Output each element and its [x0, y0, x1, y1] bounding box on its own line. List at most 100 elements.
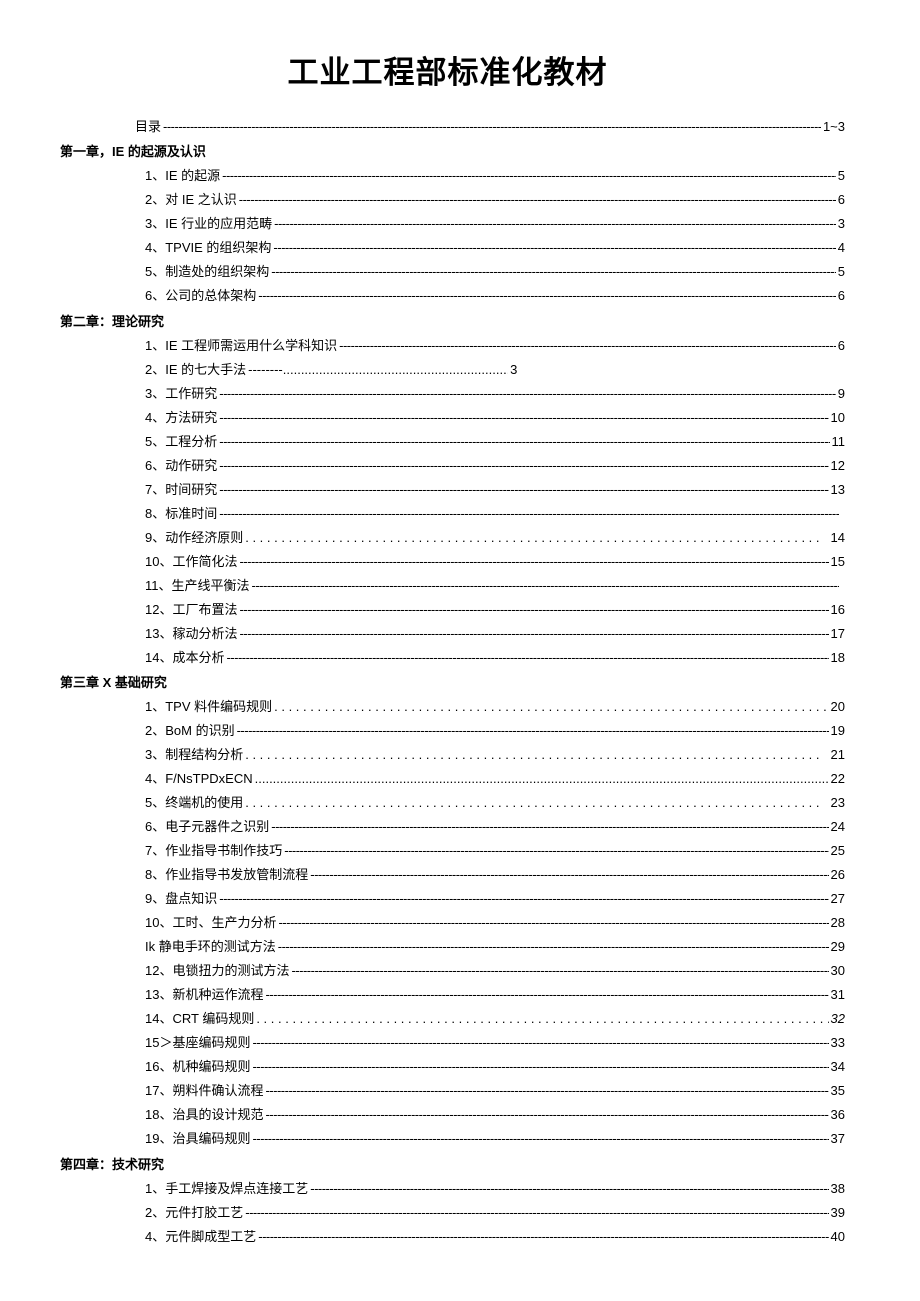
toc-entry: 2、元件打胶工艺 39 — [145, 1203, 845, 1223]
toc-entry: 9、动作经济原则 14 — [145, 528, 845, 548]
toc-entry-label: 5、工程分析 — [145, 432, 217, 452]
toc-entry-page: 24 — [831, 817, 845, 837]
toc-entry: 2、IE 的七大手法3 — [145, 360, 845, 380]
toc-entry-page: 5 — [838, 166, 845, 186]
toc-entry: 8、标准时间. — [145, 504, 845, 524]
chapter-heading: 第二章：理论研究 — [60, 312, 845, 332]
leader-line — [245, 528, 828, 548]
leader-line — [219, 432, 829, 452]
toc-entry: 5、终端机的使用23 — [145, 793, 845, 813]
toc-entry: 10、工作简化法15 — [145, 552, 845, 572]
leader-line — [339, 336, 836, 356]
toc-entry: 9、盘点知识27 — [145, 889, 845, 909]
toc-entry-label: 5、终端机的使用 — [145, 793, 243, 813]
toc-entry-page: 20 — [831, 697, 845, 717]
toc-entry: 5、制造处的组织架构5 — [145, 262, 845, 282]
leader-line — [273, 238, 835, 258]
leader-line — [226, 648, 828, 668]
leader-line — [219, 384, 836, 404]
leader-line — [219, 889, 828, 909]
toc-entry-page: 32 — [831, 1009, 845, 1029]
toc-entry-label: 5、制造处的组织架构 — [145, 262, 269, 282]
toc-entry-page: 28 — [831, 913, 845, 933]
toc-entry: 3、工作研究 9 — [145, 384, 845, 404]
toc-entry-label: 1、TPV 料件编码规则 — [145, 697, 272, 717]
toc-entry: 19、治具编码规则37 — [145, 1129, 845, 1149]
leader-line — [265, 1105, 828, 1125]
toc-entry-page: 17 — [831, 624, 845, 644]
chapter-heading: 第四章：技术研究 — [60, 1155, 845, 1175]
toc-entry-page: 31 — [831, 985, 845, 1005]
toc-entry-label: 3、IE 行业的应用范畴 — [145, 214, 272, 234]
leader-line — [237, 721, 829, 741]
toc-entry-page: 36 — [831, 1105, 845, 1125]
leader-line — [252, 1129, 828, 1149]
toc-entry-label: 13、新机种运作流程 — [145, 985, 263, 1005]
leader-line — [252, 1057, 828, 1077]
toc-entry-label: 6、电子元器件之识别 — [145, 817, 269, 837]
toc-label: 目录 — [135, 117, 161, 137]
toc-entry: 1、IE 的起源5 — [145, 166, 845, 186]
toc-entry: 6、电子元器件之识别 24 — [145, 817, 845, 837]
toc-entry-label: 11、生产线平衡法 — [145, 576, 250, 596]
toc-entry-label: 2、元件打胶工艺 — [145, 1203, 243, 1223]
toc-entry-page: 39 — [831, 1203, 845, 1223]
toc-entry-page: 3 — [838, 214, 845, 234]
toc-entry-label: 1、手工焊接及焊点连接工艺 — [145, 1179, 308, 1199]
toc-entry-page: 27 — [831, 889, 845, 909]
leader-line — [265, 985, 828, 1005]
toc-entry-page: 30 — [831, 961, 845, 981]
toc-entry-label: 2、BoM 的识别 — [145, 721, 235, 741]
toc-entry-label: 1、IE 工程师需运用什么学科知识 — [145, 336, 337, 356]
toc-entry: 6、公司的总体架构6 — [145, 286, 845, 306]
toc-entry-page: 18 — [831, 648, 845, 668]
leader-line — [219, 456, 828, 476]
toc-entry: 7、时间研究13 — [145, 480, 845, 500]
toc-entry-label: 9、动作经济原则 — [145, 528, 243, 548]
toc-entry-page: 12 — [831, 456, 845, 476]
leader-line — [265, 1081, 828, 1101]
leader-line — [239, 600, 828, 620]
toc-entry: 1、IE 工程师需运用什么学科知识 6 — [145, 336, 845, 356]
toc-entry: 8、作业指导书发放管制流程26 — [145, 865, 845, 885]
leader-line — [245, 745, 828, 765]
toc-entry: 5、工程分析 11 — [145, 432, 845, 452]
toc-entry-label: 3、工作研究 — [145, 384, 217, 404]
leader-line — [271, 817, 828, 837]
toc-entry-label: 4、方法研究 — [145, 408, 217, 428]
toc-entry-label: Ik 静电手环的测试方法 — [145, 937, 276, 957]
leader-line — [291, 961, 828, 981]
toc-entry-page: 10 — [831, 408, 845, 428]
leader-line — [219, 504, 839, 524]
leader-line — [245, 793, 828, 813]
toc-entry-page: 9 — [838, 384, 845, 404]
chapter-heading: 第一章，IE 的起源及认识 — [60, 142, 845, 162]
leader-line — [252, 576, 840, 596]
toc-entry-label: 6、动作研究 — [145, 456, 217, 476]
toc-entry-page: 15 — [831, 552, 845, 572]
toc-entry-label: 7、作业指导书制作技巧 — [145, 841, 282, 861]
toc-entry-label: 17、朔料件确认流程 — [145, 1081, 263, 1101]
toc-entry-label: 19、治具编码规则 — [145, 1129, 250, 1149]
toc-entry: 4、TPVIE 的组织架构4 — [145, 238, 845, 258]
leader-line — [258, 286, 836, 306]
chapter-heading: 第三章 X 基础研究 — [60, 673, 845, 693]
toc-entry: 2、BoM 的识别19 — [145, 721, 845, 741]
toc-entry: 4、元件脚成型工艺40 — [145, 1227, 845, 1247]
toc-entry-page: 35 — [831, 1081, 845, 1101]
toc-entry-page: 21 — [831, 745, 845, 765]
toc-entry: 13、稼动分析法17 — [145, 624, 845, 644]
toc-entry-page: 14 — [831, 528, 845, 548]
toc-entry-label: 14、成本分析 — [145, 648, 224, 668]
toc-entry-page: 34 — [831, 1057, 845, 1077]
toc-entry: 2、对 IE 之认识6 — [145, 190, 845, 210]
leader-line — [256, 1009, 828, 1029]
toc-entry-page: 6 — [838, 336, 845, 356]
toc-entry-label: 4、F/NsTPDxECN — [145, 769, 253, 789]
toc-entry-label: 12、电锁扭力的测试方法 — [145, 961, 289, 981]
toc-entry-page: 11 — [832, 432, 846, 452]
leader-line — [278, 913, 828, 933]
leader-line — [239, 190, 836, 210]
leader-line — [278, 937, 829, 957]
leader-line — [248, 360, 508, 380]
